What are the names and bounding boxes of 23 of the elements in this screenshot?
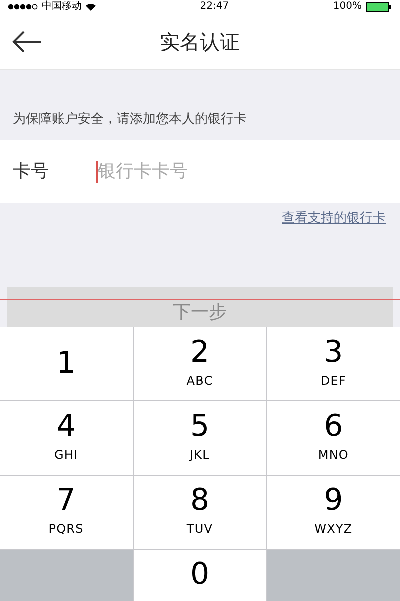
clock-time: 22:47 — [200, 2, 230, 12]
battery-icon — [366, 2, 392, 12]
keypad-key[interactable]: 3 DEF — [267, 327, 400, 400]
keypad-key[interactable]: 5 JKL — [134, 401, 266, 474]
signal-icon — [8, 4, 38, 10]
supported-banks-link[interactable]: 查看支持的银行卡 — [282, 209, 386, 228]
keypad-key[interactable]: 6 MNO — [267, 401, 400, 474]
page-title: 实名认证 — [160, 28, 240, 56]
keypad-key[interactable]: 4 GHI — [0, 401, 133, 474]
battery-percent: 100% — [333, 2, 362, 12]
keypad-key[interactable]: 9 WXYZ — [267, 476, 400, 549]
card-number-input[interactable]: 银行卡卡号 — [95, 140, 400, 203]
keypad-key[interactable]: 0 — [134, 550, 266, 601]
keypad-key[interactable]: 8 TUV — [134, 476, 266, 549]
carrier-name: 中国移动 — [42, 2, 82, 12]
field-label: 卡号 — [0, 140, 95, 203]
keypad-key[interactable]: 7 PQRS — [0, 476, 133, 549]
keypad-key[interactable]: 1 — [0, 327, 133, 400]
security-hint: 为保障账户安全，请添加您本人的银行卡 — [12, 111, 248, 129]
text-cursor — [96, 161, 98, 183]
wifi-icon — [86, 4, 96, 10]
keypad-key[interactable]: 2 ABC — [134, 327, 266, 400]
back-arrow-icon — [12, 30, 42, 52]
